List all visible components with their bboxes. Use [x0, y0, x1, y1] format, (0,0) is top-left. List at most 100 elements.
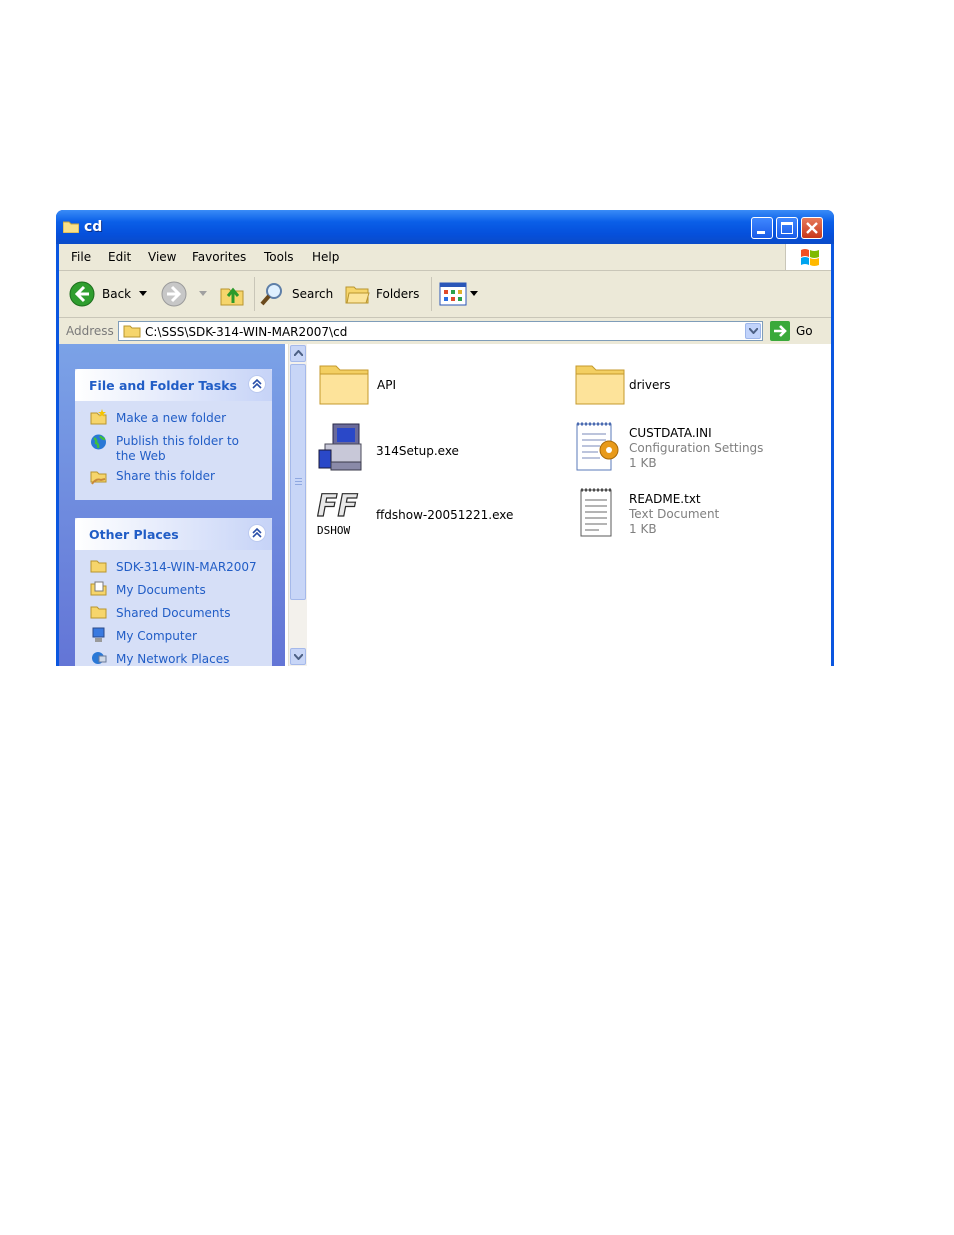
place-my-network[interactable]: My Network Places	[116, 652, 229, 666]
file-item-api[interactable]: API	[317, 356, 547, 416]
file-name: API	[377, 378, 396, 392]
views-button[interactable]	[439, 281, 479, 307]
menu-favorites[interactable]: Favorites	[192, 250, 246, 264]
close-button[interactable]	[801, 217, 823, 239]
address-label: Address	[66, 324, 114, 338]
file-name: drivers	[629, 378, 671, 392]
file-item-ffdshow[interactable]: FF DSHOW ffdshow-20051221.exe	[315, 486, 555, 546]
content-area: File and Folder Tasks Make a new folder	[59, 344, 831, 666]
collapse-button[interactable]	[248, 375, 266, 393]
file-size: 1 KB	[629, 522, 657, 536]
menu-view[interactable]: View	[148, 250, 176, 264]
file-name: 314Setup.exe	[376, 444, 459, 458]
address-dropdown[interactable]	[745, 323, 761, 339]
new-folder-icon	[90, 409, 107, 425]
folder-icon	[575, 365, 625, 405]
other-places-panel: Other Places SDK-314-WIN-MAR2007 My Docu…	[75, 518, 272, 666]
place-my-documents[interactable]: My Documents	[116, 583, 206, 598]
file-list: API drivers 314Setup.exe CUSTDATA.INI Co…	[307, 344, 831, 666]
search-icon	[260, 283, 282, 306]
search-label: Search	[292, 287, 334, 301]
forward-button[interactable]	[161, 279, 207, 309]
menu-help[interactable]: Help	[312, 250, 339, 264]
file-size: 1 KB	[629, 456, 657, 470]
config-file-icon	[576, 422, 619, 471]
menu-edit[interactable]: Edit	[108, 250, 131, 264]
file-name: CUSTDATA.INI	[629, 426, 712, 440]
collapse-button[interactable]	[248, 524, 266, 542]
back-button[interactable]: Back	[69, 279, 149, 309]
menu-tools[interactable]: Tools	[264, 250, 294, 264]
computer-icon	[92, 627, 105, 642]
globe-icon	[91, 434, 106, 450]
file-item-drivers[interactable]: drivers	[573, 356, 803, 416]
other-places-header[interactable]: Other Places	[75, 518, 272, 550]
minimize-button[interactable]	[751, 217, 773, 239]
file-item-314setup[interactable]: 314Setup.exe	[315, 422, 545, 482]
share-folder-link[interactable]: Share this folder	[116, 469, 215, 484]
go-label[interactable]: Go	[796, 324, 813, 338]
chevron-down-icon	[749, 328, 758, 334]
panel-title: Other Places	[89, 527, 179, 542]
menu-file[interactable]: File	[71, 250, 91, 264]
folder-icon	[90, 606, 107, 619]
task-pane: File and Folder Tasks Make a new folder	[59, 344, 285, 666]
chevron-up-icon	[294, 350, 303, 356]
go-button[interactable]	[770, 321, 790, 341]
toolbar-separator	[431, 277, 432, 311]
folders-button[interactable]: Folders	[344, 279, 424, 309]
file-item-readme[interactable]: README.txt Text Document 1 KB	[571, 486, 811, 546]
panel-title: File and Folder Tasks	[89, 378, 237, 393]
chevron-down-icon	[139, 291, 147, 296]
maximize-button[interactable]	[776, 217, 798, 239]
back-label: Back	[102, 287, 132, 301]
address-bar: Address C:\SSS\SDK-314-WIN-MAR2007\cd Go	[59, 318, 831, 344]
window-title: cd	[84, 219, 103, 235]
text-document-icon	[580, 488, 612, 537]
file-name: README.txt	[629, 492, 701, 506]
file-folder-tasks-panel: File and Folder Tasks Make a new folder	[75, 369, 272, 500]
svg-text:FF: FF	[317, 489, 358, 524]
place-sdk-folder[interactable]: SDK-314-WIN-MAR2007	[116, 560, 257, 575]
file-folder-tasks-header[interactable]: File and Folder Tasks	[75, 369, 272, 401]
folders-icon	[345, 286, 370, 304]
toolbar-separator	[254, 277, 255, 311]
network-icon	[92, 652, 107, 664]
chevron-down-icon	[470, 291, 478, 296]
file-item-custdata[interactable]: CUSTDATA.INI Configuration Settings 1 KB	[571, 420, 811, 480]
address-input[interactable]: C:\SSS\SDK-314-WIN-MAR2007\cd	[118, 321, 763, 341]
place-my-computer[interactable]: My Computer	[116, 629, 197, 644]
standard-toolbar: Back Search Folders	[59, 271, 831, 318]
close-icon	[806, 222, 818, 234]
scroll-thumb[interactable]	[290, 364, 306, 600]
double-chevron-up-icon	[252, 378, 262, 389]
file-type: Text Document	[629, 507, 720, 521]
taskpane-scrollbar[interactable]	[288, 344, 307, 666]
search-button[interactable]: Search	[259, 279, 337, 309]
chevron-down-icon	[199, 291, 207, 296]
make-new-folder-link[interactable]: Make a new folder	[116, 411, 226, 426]
scroll-down-button[interactable]	[290, 648, 306, 665]
publish-folder-link[interactable]: Publish this folder to the Web	[116, 434, 239, 464]
title-bar[interactable]: cd	[56, 210, 834, 244]
folder-icon	[90, 560, 107, 573]
my-documents-icon	[90, 581, 107, 596]
scroll-up-button[interactable]	[290, 345, 306, 362]
forward-arrow-icon	[161, 281, 187, 307]
publish-link-line1: Publish this folder to	[116, 434, 239, 448]
chevron-down-icon	[294, 654, 303, 660]
views-icon	[439, 282, 467, 306]
folders-label: Folders	[376, 287, 420, 301]
publish-link-line2: the Web	[116, 449, 166, 463]
file-name: ffdshow-20051221.exe	[376, 508, 514, 522]
window-body: File Edit View Favorites Tools Help Back…	[59, 244, 831, 666]
explorer-window: cd File Edit View Favorites Tools Help B…	[56, 210, 834, 666]
file-type: Configuration Settings	[629, 441, 764, 455]
place-shared-documents[interactable]: Shared Documents	[116, 606, 230, 621]
ffdshow-logo-text: DSHOW	[317, 524, 351, 537]
windows-flag-icon	[801, 249, 819, 266]
up-folder-icon[interactable]	[219, 281, 245, 307]
installer-icon	[318, 423, 362, 471]
menu-bar: File Edit View Favorites Tools Help	[59, 244, 831, 271]
go-arrow-icon	[774, 325, 787, 337]
